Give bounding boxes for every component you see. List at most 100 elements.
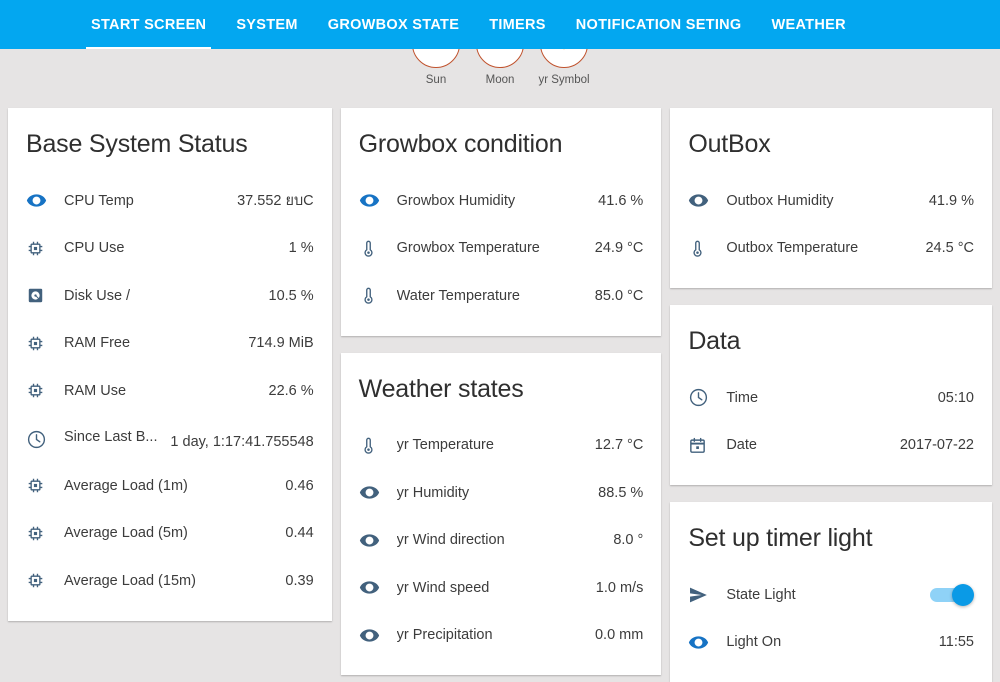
eye-icon <box>359 625 397 646</box>
status-row-value: 8.0 ° <box>613 532 644 549</box>
status-row: Outbox Humidity 41.9 % <box>688 177 974 225</box>
rows-container: Time 05:10 Date 2017-07-22 <box>688 374 974 469</box>
status-row-label: Water Temperature <box>396 287 520 304</box>
status-row-value: 0.0 mm <box>594 627 644 644</box>
card-weather-states: Weather states yr Temperature 12.7 °C yr H… <box>340 352 662 675</box>
status-row-label: Growbox Humidity <box>396 192 516 209</box>
status-row-label: yr Precipitation <box>396 627 493 644</box>
status-row: Disk Use / 10.5 % <box>26 272 314 320</box>
status-row-label: Disk Use / <box>64 287 131 304</box>
thermometer-icon <box>359 436 397 455</box>
tab-label: WEATHER <box>771 16 846 33</box>
tab-label: NOTIFICATION SETING <box>575 16 742 33</box>
status-row-label: CPU Temp <box>64 192 134 209</box>
thermometer-icon <box>688 239 726 258</box>
eye-icon <box>26 190 64 211</box>
symbol-label: yr Symbol <box>538 74 590 86</box>
status-row: Date 2017-07-22 <box>688 422 974 470</box>
status-row-value: 24.5 °C <box>925 240 974 257</box>
symbol-label: Sun <box>425 74 447 86</box>
status-row-value: 24.9 °C <box>594 240 644 257</box>
status-row-value: 41.9 % <box>928 192 974 209</box>
status-row-value: 714.9 MiB <box>248 335 314 352</box>
status-row-label: RAM Use <box>64 382 127 399</box>
tab-start-screen[interactable]: START SCREEN <box>76 0 221 49</box>
tab-growbox-state[interactable]: GROWBOX STATE <box>313 0 474 49</box>
status-row-label: Average Load (5m) <box>64 525 188 542</box>
status-row-label: Time <box>726 389 759 406</box>
hard-disk-icon <box>26 286 64 305</box>
status-row-label: Growbox Temperature <box>396 240 540 257</box>
right-column: OutBox Outbox Humidity 41.9 % Outbox Tempe… <box>670 108 992 682</box>
status-row: State Light <box>688 571 974 619</box>
left-column: Base System Status CPU Temp 37.552 ยบC CPU… <box>8 108 332 682</box>
top-navigation-bar: START SCREEN SYSTEM GROWBOX STATE TIMERS… <box>0 0 1000 49</box>
status-row: Time 05:10 <box>688 374 974 422</box>
card-set-up-timer-light: Set up timer light State Light Light On 11… <box>670 502 992 682</box>
status-row-value: 1 % <box>288 240 314 257</box>
status-row-value: 85.0 °C <box>594 287 644 304</box>
tab-notification-seting[interactable]: NOTIFICATION SETING <box>561 0 757 49</box>
status-row: yr Temperature 12.7 °C <box>359 422 643 470</box>
status-row: yr Wind speed 1.0 m/s <box>359 564 644 612</box>
card-title: Growbox condition <box>358 130 563 158</box>
status-row-value: 05:10 <box>937 389 974 406</box>
card-data: Data Time 05:10 Date 2017-07-22 <box>670 305 992 485</box>
card-growbox-condition: Growbox condition Growbox Humidity 41.6 %… <box>340 108 662 336</box>
status-row: CPU Temp 37.552 ยบC <box>26 177 314 225</box>
status-row-label: Since Last B... <box>64 428 158 445</box>
status-row-label: CPU Use <box>64 240 125 257</box>
status-row-value: 1 day, 1:17:41.755548 <box>170 433 314 450</box>
clock-icon <box>688 387 726 408</box>
card-outbox: OutBox Outbox Humidity 41.9 % Outbox Tempe… <box>670 108 992 288</box>
status-row-label: Outbox Temperature <box>726 240 859 257</box>
eye-icon <box>688 190 726 211</box>
status-row-label: State Light <box>726 586 796 603</box>
card-title: Data <box>688 327 741 355</box>
status-row: RAM Use 22.6 % <box>26 367 314 415</box>
dashboard-grid: Base System Status CPU Temp 37.552 ยบC CPU… <box>8 108 992 682</box>
eye-icon <box>359 482 397 503</box>
status-row-label: RAM Free <box>64 335 131 352</box>
eye-icon <box>359 530 397 551</box>
status-row-label: yr Wind speed <box>396 579 490 596</box>
card-base-system-status: Base System Status CPU Temp 37.552 ยบC CPU… <box>8 108 332 621</box>
symbol-label: Moon <box>485 74 515 86</box>
status-row-value: 2017-07-22 <box>899 437 974 454</box>
status-row-label: Outbox Humidity <box>726 192 834 209</box>
status-row: Growbox Temperature 24.9 °C <box>359 225 644 273</box>
card-title: Base System Status <box>26 130 248 158</box>
card-title: Weather states <box>358 374 524 403</box>
tab-system[interactable]: SYSTEM <box>221 0 312 49</box>
status-row: Average Load (1m) 0.46 <box>26 462 314 510</box>
status-row: yr Precipitation 0.0 mm <box>359 612 644 660</box>
thermometer-icon <box>359 286 397 305</box>
status-row: CPU Use 1 % <box>26 225 314 273</box>
status-row-value: 10.5 % <box>268 287 314 304</box>
status-row-value: 0.39 <box>285 572 314 589</box>
status-row-value: 0.44 <box>285 525 314 542</box>
status-row: Average Load (15m) 0.39 <box>26 557 314 605</box>
status-row-value: 1.0 m/s <box>595 579 644 596</box>
tab-timers[interactable]: TIMERS <box>474 0 561 49</box>
eye-icon <box>359 577 397 598</box>
status-row-label: Average Load (1m) <box>64 477 188 494</box>
middle-column: Growbox condition Growbox Humidity 41.6 %… <box>340 108 662 682</box>
rows-container: Outbox Humidity 41.9 % Outbox Temperature 2… <box>688 177 974 272</box>
cpu-chip-icon <box>26 239 64 258</box>
tab-weather[interactable]: WEATHER <box>757 0 861 49</box>
rows-container: State Light Light On 11:55 <box>688 571 974 666</box>
eye-icon <box>359 190 397 211</box>
tab-label: SYSTEM <box>236 16 298 33</box>
rows-container: yr Temperature 12.7 °C yr Humidity 88.5 % yr… <box>359 422 644 660</box>
status-row: Growbox Humidity 41.6 % <box>359 177 643 225</box>
status-row-value: 37.552 ยบC <box>237 193 314 210</box>
state-light-toggle[interactable] <box>930 583 974 606</box>
status-row: Average Load (5m) 0.44 <box>26 510 314 558</box>
card-title: OutBox <box>688 130 771 158</box>
send-icon <box>688 585 726 605</box>
cpu-chip-icon <box>26 571 64 590</box>
tab-label: START SCREEN <box>91 16 207 33</box>
status-row: yr Wind direction 8.0 ° <box>359 517 644 565</box>
status-row-value: 22.6 % <box>268 382 314 399</box>
